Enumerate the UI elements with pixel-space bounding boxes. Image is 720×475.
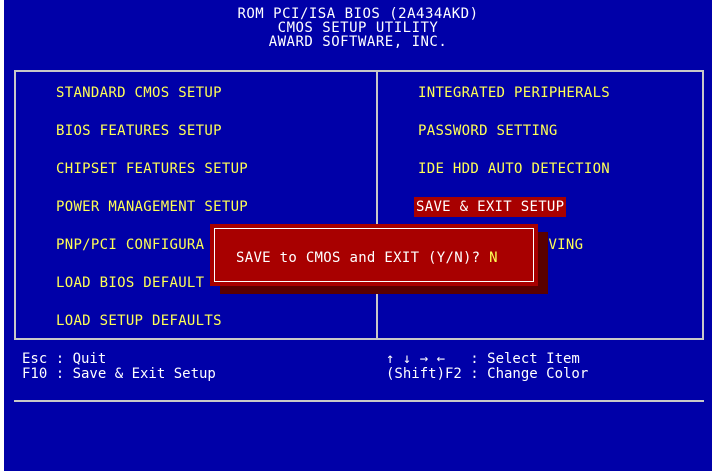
menu-item-load-setup-defaults[interactable]: LOAD SETUP DEFAULTS [54,311,224,331]
vendor-title: AWARD SOFTWARE, INC. [268,34,448,50]
screen: ROM PCI/ISA BIOS (2A434AKD) CMOS SETUP U… [0,0,720,475]
menu-item-power-management-setup[interactable]: POWER MANAGEMENT SETUP [54,197,250,217]
menu-item-ide-hdd-auto-detection[interactable]: IDE HDD AUTO DETECTION [416,159,612,179]
menu-item-load-bios-defaults[interactable]: LOAD BIOS DEFAULT [54,273,206,293]
menu-item-integrated-peripherals[interactable]: INTEGRATED PERIPHERALS [416,83,612,103]
menu-top-border [14,70,704,72]
menu-column-divider [376,72,378,338]
menu-left-border [14,70,16,340]
help-f10-save-exit: F10 : Save & Exit Setup [22,366,216,382]
menu-item-save-exit-setup[interactable]: SAVE & EXIT SETUP [414,197,567,217]
bios-version-title: ROM PCI/ISA BIOS (2A434AKD) [237,6,479,22]
dialog-prompt: SAVE to CMOS and EXIT (Y/N)? [236,250,490,266]
help-select-item: ↑ ↓ → ← : Select Item [386,351,580,367]
menu-item-password-setting[interactable]: PASSWORD SETTING [416,121,560,141]
menu-item-pnp-pci-configuration[interactable]: PNP/PCI CONFIGURA [54,235,206,255]
help-change-color: (Shift)F2 : Change Color [386,366,589,382]
help-divider [14,400,704,402]
dialog-prompt-line: SAVE to CMOS and EXIT (Y/N)? N [236,250,498,266]
dialog-answer-input[interactable]: N [489,250,498,266]
menu-item-standard-cmos-setup[interactable]: STANDARD CMOS SETUP [54,83,224,103]
menu-item-bios-features-setup[interactable]: BIOS FEATURES SETUP [54,121,224,141]
bios-setup-window: ROM PCI/ISA BIOS (2A434AKD) CMOS SETUP U… [4,0,712,471]
menu-right-border [702,70,704,340]
menu-item-chipset-features-setup[interactable]: CHIPSET FEATURES SETUP [54,159,250,179]
help-esc-quit: Esc : Quit [22,351,107,367]
save-exit-dialog: SAVE to CMOS and EXIT (Y/N)? N [210,224,538,286]
utility-title: CMOS SETUP UTILITY [277,20,439,36]
menu-bottom-border [14,338,704,340]
